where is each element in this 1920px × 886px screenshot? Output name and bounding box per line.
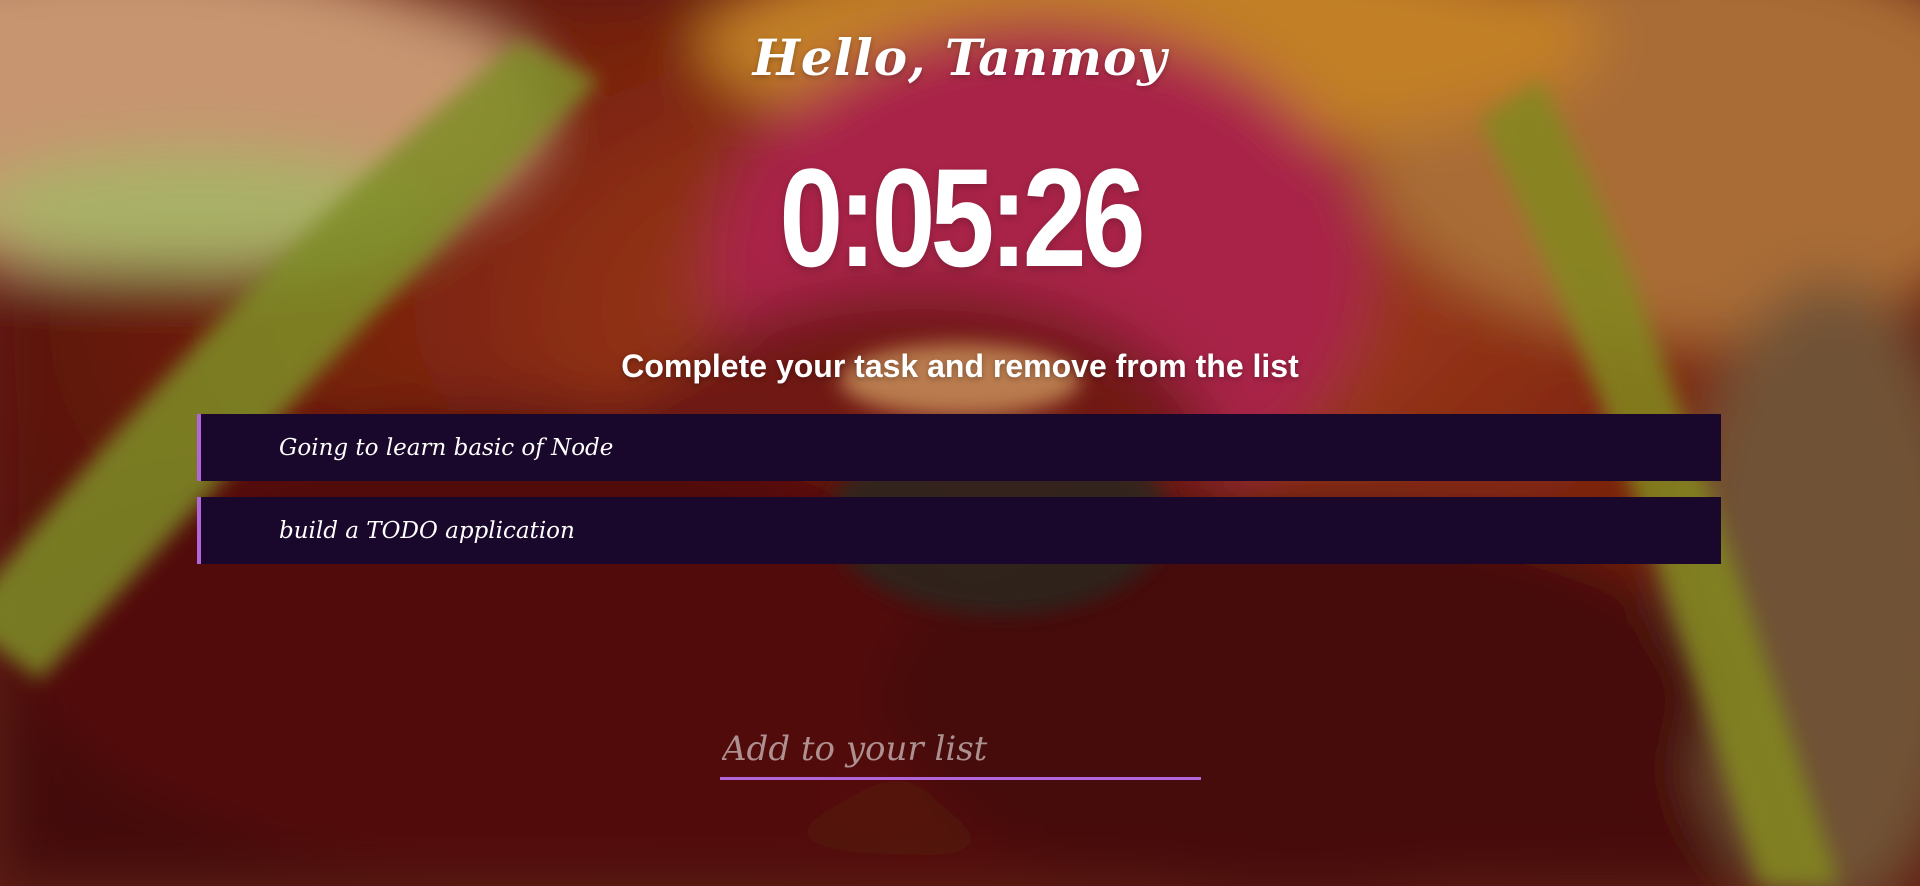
task-list-heading: Complete your task and remove from the l… [621,348,1299,384]
clock-display: 0:05:26 [779,139,1145,296]
add-task-input[interactable] [720,720,1201,780]
task-item-label: Going to learn basic of Node [279,434,614,461]
todo-app: Hello, Tanmoy 0:05:26 Complete your task… [0,0,1920,886]
task-list: Going to learn basic of Node build a TOD… [197,414,1721,580]
task-item-label: build a TODO application [279,517,575,544]
task-item[interactable]: Going to learn basic of Node [197,414,1721,481]
greeting-text: Hello, Tanmoy [752,28,1168,87]
task-item[interactable]: build a TODO application [197,497,1721,564]
